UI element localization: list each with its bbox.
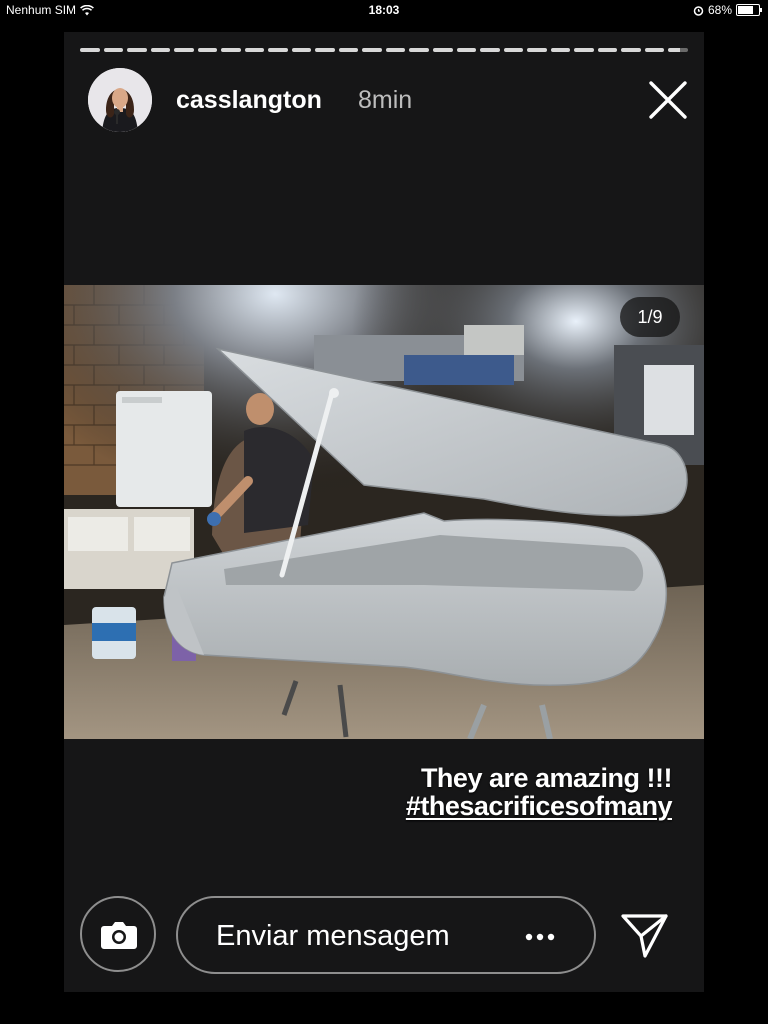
progress-segment [174, 48, 194, 52]
progress-segment [221, 48, 241, 52]
send-button[interactable] [620, 912, 670, 960]
progress-segment [197, 48, 218, 52]
close-button[interactable] [648, 80, 688, 120]
progress-segment [150, 48, 171, 52]
caption-hashtag[interactable]: #thesacrificesofmany [406, 792, 673, 820]
camera-button[interactable] [80, 896, 156, 972]
story-progress-bar [80, 48, 688, 52]
progress-segment [409, 48, 429, 52]
alarm-icon [693, 5, 704, 16]
progress-segment [480, 48, 500, 52]
story-viewer[interactable]: casslangton 8min 1/9 They are amazing !!… [64, 32, 704, 992]
story-header: casslangton 8min [88, 68, 688, 132]
story-caption: They are amazing !!! #thesacrificesofman… [406, 763, 673, 820]
camera-icon [101, 922, 137, 949]
message-placeholder: Enviar mensagem [216, 920, 450, 952]
status-right: 68% [693, 3, 762, 17]
progress-segment [268, 48, 288, 52]
progress-segment [456, 48, 477, 52]
close-icon [649, 81, 687, 119]
avatar-image [88, 68, 152, 132]
story-time-ago: 8min [358, 86, 413, 114]
photo-counter: 1/9 [620, 297, 680, 337]
progress-segment [80, 48, 100, 52]
progress-segment [315, 48, 335, 52]
more-dots-icon[interactable] [524, 932, 556, 942]
progress-segment [621, 48, 641, 52]
progress-segment [127, 48, 147, 52]
progress-segment [503, 48, 524, 52]
message-input[interactable]: Enviar mensagem [176, 896, 596, 974]
avatar[interactable] [88, 68, 152, 132]
progress-segment [362, 48, 382, 52]
progress-segment [432, 48, 453, 52]
caption-text: They are amazing !!! [420, 763, 673, 793]
progress-segment [103, 48, 124, 52]
progress-segment [574, 48, 594, 52]
piano-photo [64, 285, 704, 739]
story-photo[interactable]: 1/9 [64, 285, 704, 739]
status-bar: Nenhum SIM 18:03 68% [0, 0, 768, 20]
progress-segment [550, 48, 571, 52]
progress-segment [291, 48, 312, 52]
progress-segment [597, 48, 618, 52]
progress-segment [338, 48, 359, 52]
battery-percent: 68% [707, 3, 732, 17]
progress-segment [385, 48, 406, 52]
send-icon [621, 914, 668, 958]
progress-segment [244, 48, 265, 52]
progress-segment [527, 48, 547, 52]
battery-icon [736, 4, 762, 16]
progress-segment [644, 48, 665, 52]
story-username[interactable]: casslangton [176, 86, 322, 115]
progress-segment [668, 48, 688, 52]
clock: 18:03 [368, 3, 400, 17]
battery-level [738, 6, 753, 14]
